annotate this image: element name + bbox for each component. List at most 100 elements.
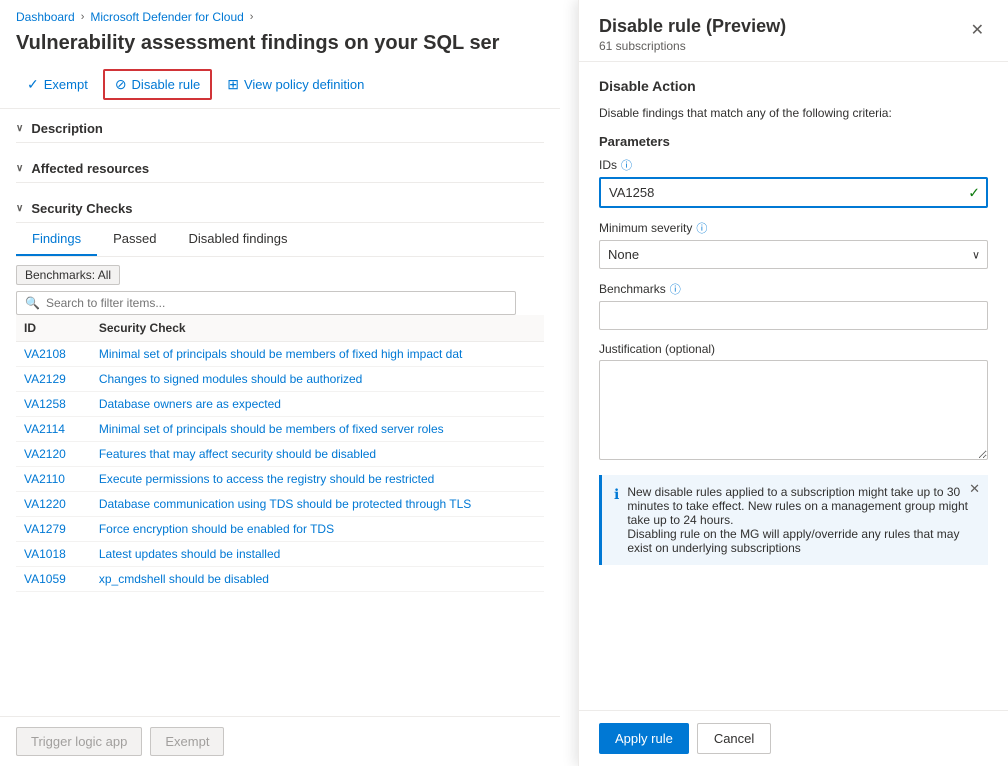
disable-rule-button[interactable]: ⊘ Disable rule — [103, 69, 212, 100]
col-security-check: Security Check — [91, 315, 544, 342]
params-label: Parameters — [599, 134, 988, 149]
ids-check-icon: ✓ — [968, 184, 980, 201]
ids-info-icon: ⓘ — [621, 157, 632, 173]
security-checks-chevron: ∨ — [16, 203, 23, 214]
breadcrumb: Dashboard › Microsoft Defender for Cloud… — [0, 0, 560, 28]
security-checks-label: Security Checks — [31, 201, 132, 216]
panel-title: Disable rule (Preview) — [599, 16, 786, 37]
view-policy-label: View policy definition — [244, 77, 364, 92]
findings-table: ID Security Check VA2108 Minimal set of … — [16, 315, 544, 592]
close-info-button[interactable]: ✕ — [969, 481, 980, 497]
info-box: ℹ New disable rules applied to a subscri… — [599, 475, 988, 565]
info-box-icon: ℹ — [614, 486, 619, 555]
security-tabs: Findings Passed Disabled findings — [16, 223, 544, 257]
exempt-icon: ✓ — [27, 76, 39, 93]
page-title: Vulnerability assessment findings on you… — [0, 28, 560, 65]
benchmarks-filter-tag[interactable]: Benchmarks: All — [16, 265, 120, 285]
panel-header: Disable rule (Preview) 61 subscriptions … — [579, 0, 1008, 62]
disable-desc: Disable findings that match any of the f… — [599, 106, 988, 120]
bottom-exempt-button: Exempt — [150, 727, 224, 756]
panel-title-block: Disable rule (Preview) 61 subscriptions — [599, 16, 786, 53]
table-row[interactable]: VA2108 Minimal set of principals should … — [16, 342, 544, 367]
search-icon: 🔍 — [25, 296, 40, 310]
description-section: ∨ Description — [0, 109, 560, 149]
ids-input-wrapper: ✓ — [599, 177, 988, 208]
row-id: VA2110 — [16, 467, 91, 492]
row-desc: Latest updates should be installed — [91, 542, 544, 567]
security-checks-header[interactable]: ∨ Security Checks — [16, 195, 544, 223]
exempt-label: Exempt — [44, 77, 88, 92]
panel-body: Disable Action Disable findings that mat… — [579, 62, 1008, 710]
row-desc: Execute permissions to access the regist… — [91, 467, 544, 492]
row-id: VA2114 — [16, 417, 91, 442]
table-row[interactable]: VA2114 Minimal set of principals should … — [16, 417, 544, 442]
row-desc: Minimal set of principals should be memb… — [91, 342, 544, 367]
table-row[interactable]: VA1220 Database communication using TDS … — [16, 492, 544, 517]
bottom-toolbar: Trigger logic app Exempt — [0, 716, 560, 766]
affected-resources-section: ∨ Affected resources — [0, 149, 560, 189]
security-checks-section: ∨ Security Checks Findings Passed Disabl… — [0, 189, 560, 598]
row-desc: Database communication using TDS should … — [91, 492, 544, 517]
row-id: VA1059 — [16, 567, 91, 592]
benchmarks-info-icon: ⓘ — [670, 281, 681, 297]
toolbar: ✓ Exempt ⊘ Disable rule ⊞ View policy de… — [0, 65, 560, 109]
justification-label: Justification (optional) — [599, 342, 988, 356]
description-label: Description — [31, 121, 103, 136]
cancel-button[interactable]: Cancel — [697, 723, 771, 754]
ids-label: IDs ⓘ — [599, 157, 988, 173]
row-desc: Changes to signed modules should be auth… — [91, 367, 544, 392]
row-desc: Features that may affect security should… — [91, 442, 544, 467]
disable-rule-label: Disable rule — [132, 77, 201, 92]
table-row[interactable]: VA1258 Database owners are as expected — [16, 392, 544, 417]
table-row[interactable]: VA2120 Features that may affect security… — [16, 442, 544, 467]
col-id: ID — [16, 315, 91, 342]
row-desc: Database owners are as expected — [91, 392, 544, 417]
min-severity-label: Minimum severity ⓘ — [599, 220, 988, 236]
row-id: VA1220 — [16, 492, 91, 517]
exempt-button[interactable]: ✓ Exempt — [16, 70, 99, 99]
info-box-text: New disable rules applied to a subscript… — [627, 485, 976, 555]
row-desc: xp_cmdshell should be disabled — [91, 567, 544, 592]
affected-resources-chevron: ∨ — [16, 163, 23, 174]
tab-findings[interactable]: Findings — [16, 223, 97, 256]
search-input[interactable] — [46, 296, 507, 310]
row-id: VA2108 — [16, 342, 91, 367]
table-header-row: ID Security Check — [16, 315, 544, 342]
benchmarks-label: Benchmarks ⓘ — [599, 281, 988, 297]
panel-footer: Apply rule Cancel — [579, 710, 1008, 766]
tab-disabled-findings[interactable]: Disabled findings — [173, 223, 304, 256]
disable-rule-icon: ⊘ — [115, 76, 127, 93]
benchmarks-input[interactable] — [599, 301, 988, 330]
breadcrumb-dashboard[interactable]: Dashboard — [16, 10, 75, 24]
ids-input[interactable] — [599, 177, 988, 208]
justification-textarea[interactable] — [599, 360, 988, 460]
row-id: VA2129 — [16, 367, 91, 392]
description-header[interactable]: ∨ Description — [16, 115, 544, 143]
view-policy-button[interactable]: ⊞ View policy definition — [216, 70, 375, 99]
table-row[interactable]: VA2129 Changes to signed modules should … — [16, 367, 544, 392]
table-row[interactable]: VA1059 xp_cmdshell should be disabled — [16, 567, 544, 592]
disable-rule-panel: Disable rule (Preview) 61 subscriptions … — [578, 0, 1008, 766]
disable-action-title: Disable Action — [599, 78, 988, 94]
row-id: VA1018 — [16, 542, 91, 567]
row-desc: Force encryption should be enabled for T… — [91, 517, 544, 542]
description-chevron: ∨ — [16, 123, 23, 134]
breadcrumb-sep-2: › — [250, 11, 254, 23]
row-id: VA1258 — [16, 392, 91, 417]
panel-subtitle: 61 subscriptions — [599, 39, 786, 53]
view-policy-icon: ⊞ — [227, 76, 239, 93]
findings-table-container: ID Security Check VA2108 Minimal set of … — [16, 315, 544, 592]
affected-resources-header[interactable]: ∨ Affected resources — [16, 155, 544, 183]
tab-passed[interactable]: Passed — [97, 223, 172, 256]
search-box[interactable]: 🔍 — [16, 291, 516, 315]
min-severity-select[interactable]: None Low Medium High Critical — [599, 240, 988, 269]
filter-row: Benchmarks: All — [16, 265, 544, 285]
min-severity-info-icon: ⓘ — [696, 220, 707, 236]
breadcrumb-defender[interactable]: Microsoft Defender for Cloud — [90, 10, 243, 24]
table-row[interactable]: VA1279 Force encryption should be enable… — [16, 517, 544, 542]
apply-rule-button[interactable]: Apply rule — [599, 723, 689, 754]
row-id: VA1279 — [16, 517, 91, 542]
table-row[interactable]: VA1018 Latest updates should be installe… — [16, 542, 544, 567]
table-row[interactable]: VA2110 Execute permissions to access the… — [16, 467, 544, 492]
panel-close-button[interactable]: ✕ — [967, 16, 988, 44]
